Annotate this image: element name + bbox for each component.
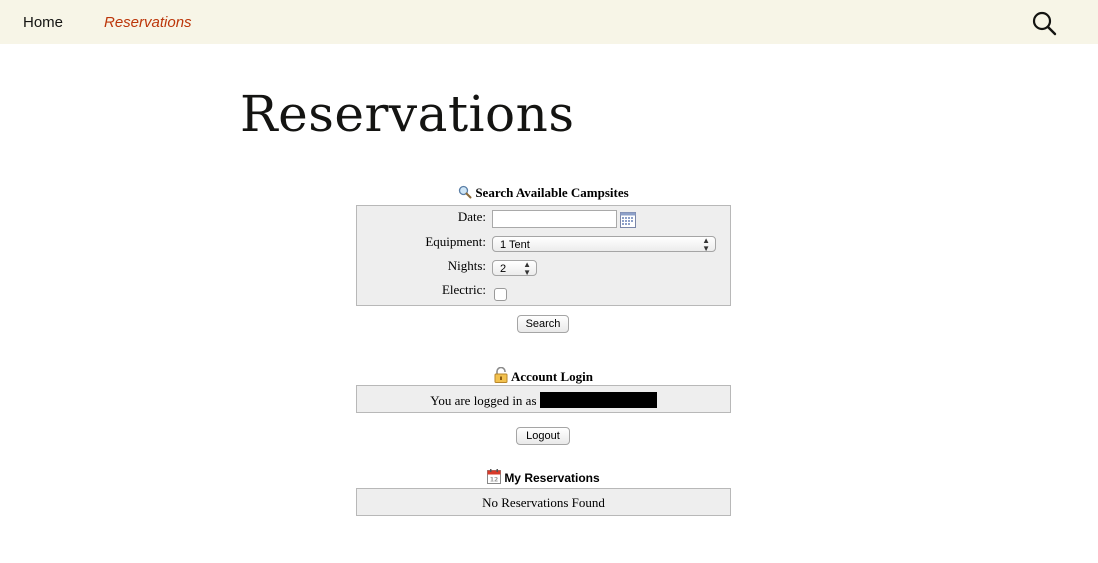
login-status-line: You are logged in as [357, 392, 730, 409]
login-status-panel: You are logged in as [356, 385, 731, 413]
top-navbar: Home Reservations [0, 0, 1098, 44]
svg-text:12: 12 [490, 477, 498, 484]
search-form-panel: Date: Equipment: 1 Tent ▲ ▼ Nights: 2 ▲ ▼ … [356, 205, 731, 306]
nav-reservations-link[interactable]: Reservations [104, 14, 192, 32]
search-section-heading: Search Available Campsites [356, 185, 731, 201]
electric-checkbox[interactable] [494, 288, 507, 301]
nav-home-link[interactable]: Home [23, 14, 63, 32]
search-button[interactable]: Search [517, 315, 569, 333]
login-section-heading: Account Login [356, 366, 731, 385]
date-label: Date: [457, 209, 486, 224]
no-reservations-text: No Reservations Found [482, 495, 605, 510]
select-arrows-icon: ▲ ▼ [702, 236, 710, 253]
page-title: Reservations [240, 85, 575, 143]
electric-label: Electric: [441, 282, 486, 297]
login-heading-text: Account Login [511, 369, 593, 384]
nights-select[interactable]: 2 ▲ ▼ [492, 260, 537, 277]
logout-button[interactable]: Logout [516, 427, 570, 445]
electric-row: Electric: [357, 279, 730, 299]
nights-row: Nights: [357, 255, 730, 275]
date-input[interactable] [492, 210, 617, 228]
nights-selected-value: 2 [500, 263, 507, 275]
reservations-section-heading: 12 My Reservations [356, 469, 731, 486]
equipment-selected-value: 1 Tent [500, 239, 530, 251]
equipment-label: Equipment: [425, 234, 486, 249]
reservations-panel: No Reservations Found [356, 488, 731, 516]
magnifier-icon [459, 185, 472, 199]
reservations-heading-text: My Reservations [504, 471, 600, 485]
nights-label: Nights: [447, 258, 486, 273]
redacted-username [539, 392, 657, 408]
search-heading-text: Search Available Campsites [475, 185, 629, 200]
calendar-picker-icon[interactable] [620, 212, 636, 228]
calendar-icon: 12 [487, 469, 502, 484]
login-status-text: You are logged in as [430, 393, 537, 408]
search-icon[interactable] [1031, 10, 1057, 36]
padlock-icon [494, 366, 508, 383]
equipment-select[interactable]: 1 Tent ▲ ▼ [492, 236, 716, 253]
select-arrows-icon: ▲ ▼ [523, 260, 531, 277]
